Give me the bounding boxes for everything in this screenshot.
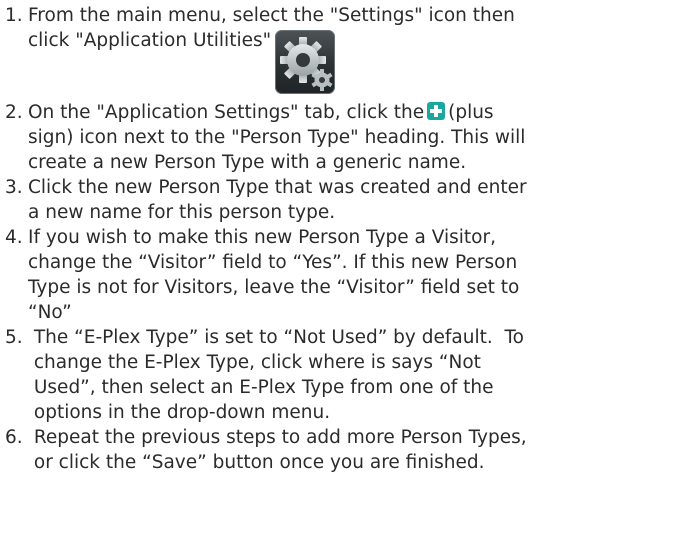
step-number: 3. (5, 177, 23, 198)
step-text-line: change the “Visitor” field to “Yes”. If … (28, 252, 518, 273)
step-text-line: options in the drop-down menu. (28, 402, 331, 423)
step-text-line: click "Application Utilities" (28, 28, 691, 98)
step-text-line: sign) icon next to the "Person Type" hea… (28, 127, 526, 148)
step-text-line: From the main menu, select the "Settings… (28, 5, 515, 26)
step-number: 4. (5, 227, 23, 248)
step-number: 1. (5, 5, 23, 26)
step-text-line: Used”, then select an E-Plex Type from o… (28, 377, 494, 398)
step-5: 5. The “E-Plex Type” is set to “Not Used… (0, 325, 691, 425)
step-text-line: Click the new Person Type that was creat… (28, 177, 527, 198)
step-text-line: Repeat the previous steps to add more Pe… (28, 427, 527, 448)
step-number: 5. (5, 327, 23, 348)
step-text-line: Type is not for Visitors, leave the “Vis… (28, 277, 520, 298)
step-text-fragment: click "Application Utilities" (28, 30, 272, 51)
step-number: 6. (5, 427, 23, 448)
step-3: 3. Click the new Person Type that was cr… (0, 175, 691, 225)
step-4: 4. If you wish to make this new Person T… (0, 225, 691, 325)
instructions-list: 1. From the main menu, select the "Setti… (0, 0, 691, 475)
step-text-line: On the "Application Settings" tab, click… (28, 100, 691, 125)
plus-icon (427, 102, 446, 120)
step-number: 2. (5, 102, 23, 123)
step-text-line: or click the “Save” button once you are … (28, 452, 485, 473)
step-6: 6. Repeat the previous steps to add more… (0, 425, 691, 475)
step-text-line: “No” (28, 302, 72, 323)
step-1: 1. From the main menu, select the "Setti… (0, 3, 691, 98)
step-2: 2. On the "Application Settings" tab, cl… (0, 100, 691, 175)
settings-gear-icon (275, 30, 336, 94)
step-text-line: The “E-Plex Type” is set to “Not Used” b… (28, 327, 524, 348)
step-text-fragment: On the "Application Settings" tab, click… (28, 102, 425, 123)
step-text-line: a new name for this person type. (28, 202, 336, 223)
step-text-fragment: (plus (448, 102, 494, 123)
step-text-line: create a new Person Type with a generic … (28, 152, 467, 173)
step-text-line: change the E-Plex Type, click where is s… (28, 352, 481, 373)
step-text-line: If you wish to make this new Person Type… (28, 227, 496, 248)
